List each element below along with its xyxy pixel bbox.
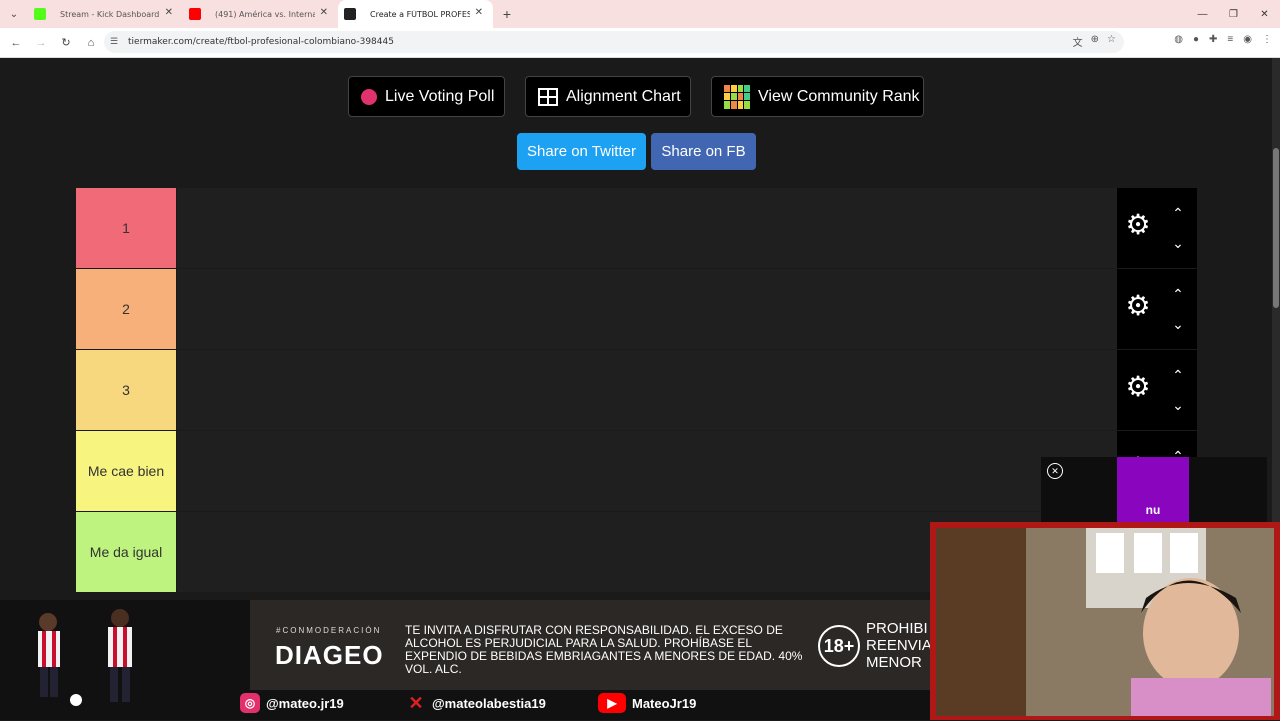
puzzle-icon[interactable]: ✚ [1209,34,1217,45]
back-arrow-icon[interactable]: ← [4,31,28,55]
tier-drop-zone[interactable] [177,269,1117,349]
move-down-icon[interactable]: ⌄ [1169,317,1187,331]
diageo-logo: DIAGEO [275,640,384,670]
tab-title: Stream - Kick Dashboard [60,9,160,19]
move-down-icon[interactable]: ⌄ [1169,398,1187,412]
tiermaker-favicon-icon [344,8,356,20]
youtube-favicon-icon [189,8,201,20]
translate-icon[interactable]: 文 [1073,34,1083,49]
youtube-handle: ▶ MateoJr19 [598,693,696,713]
move-up-icon[interactable]: ⌃ [1169,287,1187,301]
reading-list-icon[interactable]: ≡ [1227,34,1233,45]
tier-row: 1 ⚙ ⌃ ⌄ [76,188,1197,268]
restore-icon[interactable]: ❐ [1218,0,1249,28]
close-window-icon[interactable]: ✕ [1249,0,1280,28]
gear-icon[interactable]: ⚙ [1123,210,1153,240]
move-up-icon[interactable]: ⌃ [1169,368,1187,382]
url-text: tiermaker.com/create/ftbol-profesional-c… [128,37,394,47]
close-tab-icon[interactable]: ✕ [320,7,328,18]
tier-label[interactable]: 1 [76,188,176,268]
x-handle: ✕ @mateolabestia19 [406,692,546,713]
tier-drop-zone[interactable] [177,188,1117,268]
avatar[interactable]: ◉ [1243,34,1252,45]
tier-row: 3 ⚙ ⌃ ⌄ [76,350,1197,430]
tier-row: Me cae bien⚙⌃⌄ [76,431,1197,511]
gear-icon[interactable]: ⚙ [1123,291,1153,321]
tier-controls: ⚙ ⌃ ⌄ [1117,269,1197,349]
new-tab-plus-icon[interactable]: + [493,6,521,22]
tab-title: (491) América vs. Internacional [215,9,315,19]
forward-arrow-icon[interactable]: → [29,31,53,55]
address-bar[interactable]: ☰ tiermaker.com/create/ftbol-profesional… [104,31,1124,53]
minimize-icon[interactable]: — [1187,0,1218,28]
tier-label[interactable]: Me da igual [76,512,176,592]
tier-row: 2 ⚙ ⌃ ⌄ [76,269,1197,349]
webcam-frame [930,522,1280,720]
extension-icon[interactable]: ◍ [1174,34,1183,45]
age-18-badge: 18+ [818,625,860,667]
tab-kick[interactable]: Stream - Kick Dashboard ✕ [28,0,183,28]
ad-legal-text: TE INVITA A DISFRUTAR CON RESPONSABILIDA… [405,623,803,676]
tab-youtube[interactable]: (491) América vs. Internacional ✕ [183,0,338,28]
tier-label[interactable]: 2 [76,269,176,349]
home-icon[interactable]: ⌂ [79,31,103,55]
webcam-video [936,528,1274,716]
live-voting-poll-button[interactable]: Live Voting Poll [348,76,505,117]
tier-controls: ⚙ ⌃ ⌄ [1117,188,1197,268]
ad-right-text: PROHIBI REENVIAI MENOR [866,620,930,671]
ad-hashtag: #CONMODERACIÓN [276,626,382,635]
tier-controls: ⚙ ⌃ ⌄ [1117,350,1197,430]
tier-drop-zone[interactable] [177,431,1117,511]
nu-logo: nu [1117,457,1189,523]
close-ad-icon[interactable]: ✕ [1047,463,1063,479]
kick-favicon-icon [34,8,46,20]
site-info-icon[interactable]: ☰ [110,36,118,47]
record-dot-icon [361,88,377,105]
button-label: View Community Rank [758,87,920,105]
reload-icon[interactable]: ↻ [54,31,78,55]
social-label: @mateolabestia19 [432,695,546,711]
kebab-menu-icon[interactable]: ⋮ [1262,34,1272,45]
window-controls: — ❐ ✕ [1187,0,1280,28]
tab-title: Create a FÚTBOL PROFESIONAL [370,9,470,19]
move-up-icon[interactable]: ⌃ [1169,206,1187,220]
move-down-icon[interactable]: ⌄ [1169,236,1187,250]
tier-grid-icon [724,84,750,109]
browser-tab-bar: ⌄ Stream - Kick Dashboard ✕ (491) Améric… [0,0,1280,28]
extension-2-icon[interactable]: ● [1193,34,1199,45]
instagram-icon: ◎ [240,693,260,713]
close-tab-icon[interactable]: ✕ [165,7,173,18]
tab-tiermaker[interactable]: Create a FÚTBOL PROFESIONAL ✕ [338,0,493,28]
view-community-rank-button[interactable]: View Community Rank [711,76,924,117]
alignment-chart-button[interactable]: Alignment Chart [525,76,691,117]
scrollbar-thumb[interactable] [1273,148,1279,308]
zoom-icon[interactable]: ⊕ [1091,34,1099,49]
bookmark-star-icon[interactable]: ☆ [1107,34,1116,49]
nu-ad-popup: ✕ nu [1041,457,1267,523]
tier-drop-zone[interactable] [177,350,1117,430]
instagram-handle: ◎ @mateo.jr19 [240,693,344,713]
grid-icon [538,87,558,106]
button-label: Alignment Chart [566,87,681,105]
button-label: Live Voting Poll [385,87,495,105]
tab-search-chevron-icon[interactable]: ⌄ [0,0,28,28]
players-image [10,600,170,715]
close-tab-icon[interactable]: ✕ [475,7,483,18]
address-toolbar: ← → ↻ ⌂ ☰ tiermaker.com/create/ftbol-pro… [0,28,1280,58]
share-fb-button[interactable]: Share on FB [651,133,756,170]
x-icon: ✕ [408,692,424,713]
social-label: @mateo.jr19 [266,695,344,711]
gear-icon[interactable]: ⚙ [1123,372,1153,402]
tier-label[interactable]: Me cae bien [76,431,176,511]
social-label: MateoJr19 [632,695,697,711]
youtube-icon: ▶ [598,693,626,713]
tier-label[interactable]: 3 [76,350,176,430]
share-twitter-button[interactable]: Share on Twitter [517,133,646,170]
